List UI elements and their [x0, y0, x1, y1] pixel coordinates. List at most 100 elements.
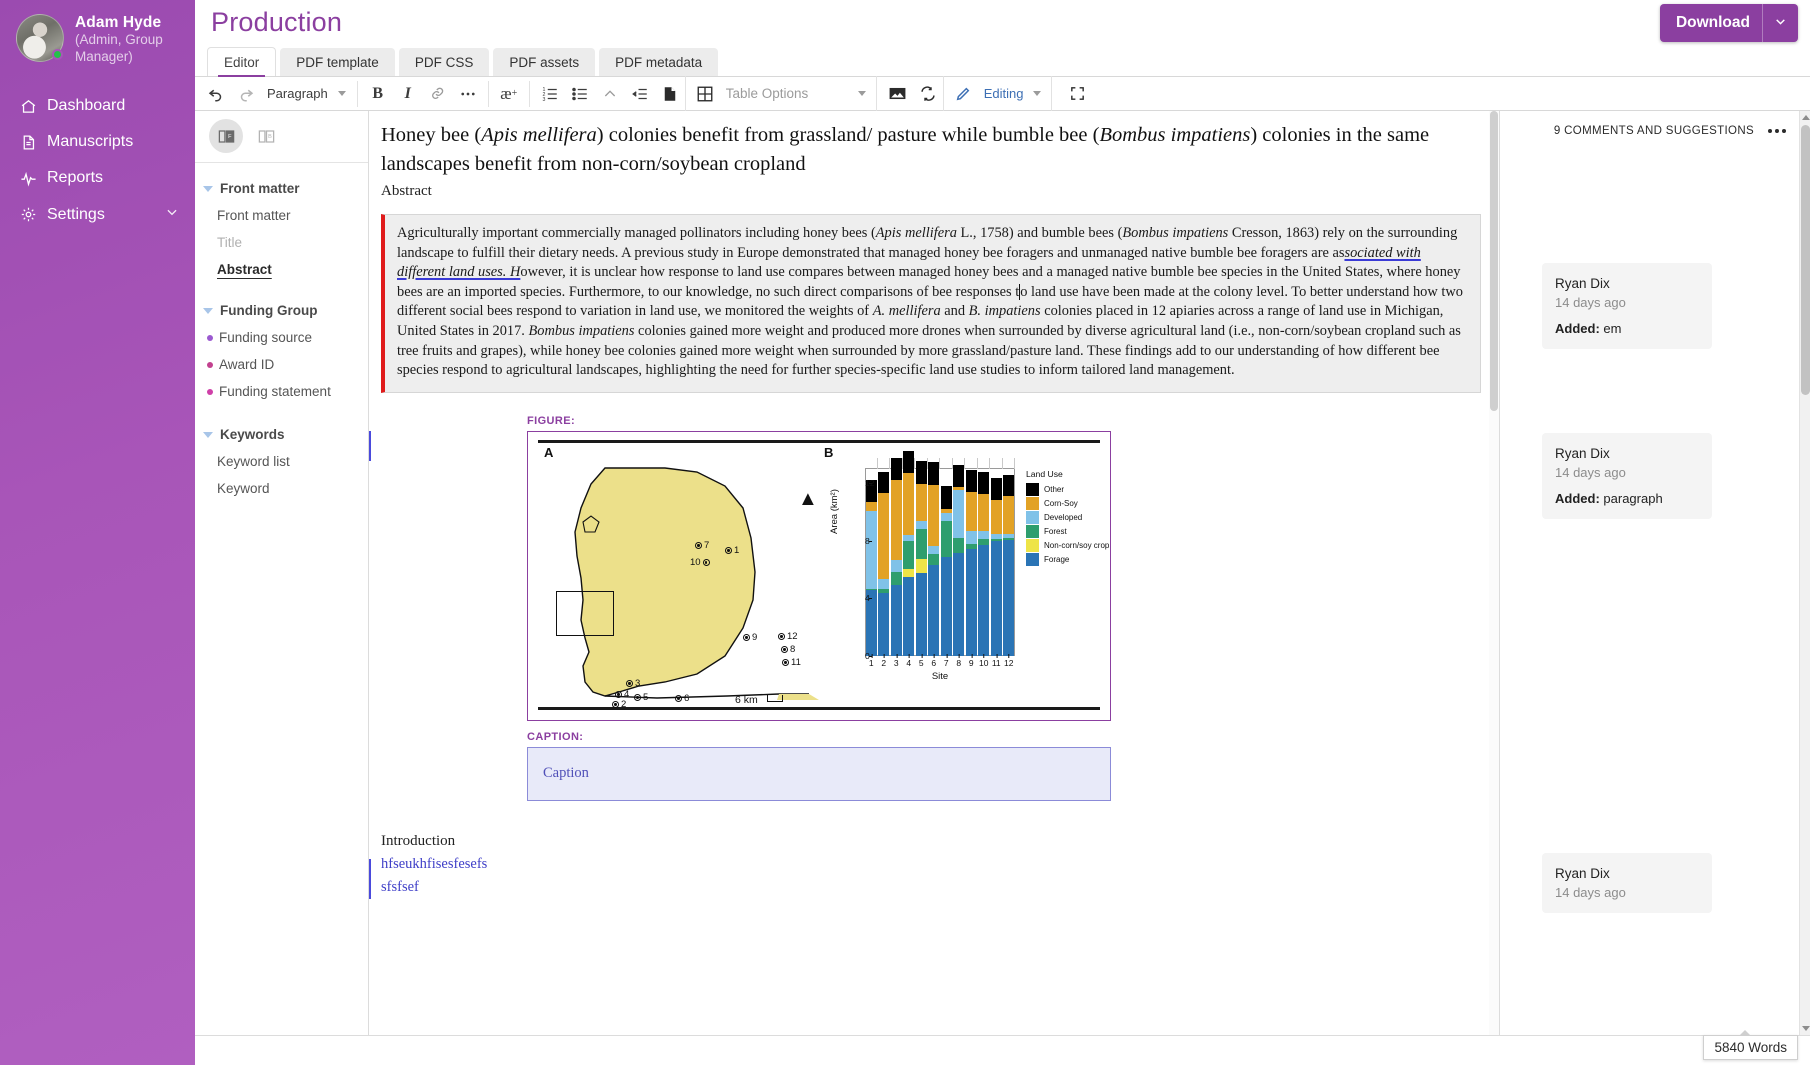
sidebar-item-label: Settings [47, 205, 105, 223]
block-style-dropdown[interactable]: Paragraph [261, 76, 352, 111]
numbered-list-icon[interactable]: 123 [535, 76, 565, 111]
scroll-up-arrow-icon[interactable] [1802, 115, 1810, 120]
pulse-icon [20, 170, 37, 187]
comment-timestamp: 14 days ago [1555, 465, 1626, 480]
download-button[interactable]: Download [1659, 4, 1798, 42]
facet-cell [878, 457, 890, 469]
scrollbar-thumb[interactable] [1801, 125, 1810, 395]
comment-card[interactable]: Ryan Dix 14 days ago Added: paragraph [1542, 433, 1712, 519]
sidebar-item-settings[interactable]: Settings [0, 196, 195, 233]
sidebar-nav: Dashboard Manuscripts Reports Settings [0, 88, 195, 233]
table-icon[interactable] [690, 76, 720, 111]
legend-swatch [1026, 510, 1039, 524]
legend-swatch [1026, 538, 1039, 552]
bar-segment [928, 485, 940, 546]
bar-segment [903, 569, 915, 578]
panel-a-label: A [544, 444, 554, 460]
legend-swatch [1026, 524, 1039, 538]
doc-item-funding-statement[interactable]: Funding statement [195, 378, 368, 405]
doc-item-title[interactable]: Title [195, 229, 368, 256]
tab-editor[interactable]: Editor [207, 47, 277, 77]
legend-item: Forage [1026, 552, 1110, 566]
doc-item-keyword[interactable]: Keyword [195, 475, 368, 502]
doc-item-funding-source[interactable]: Funding source [195, 324, 368, 351]
bar-column [928, 462, 940, 656]
doc-group-keywords[interactable]: Keywords [195, 421, 368, 448]
comment-value: paragraph [1603, 491, 1663, 506]
doc-item-front-matter[interactable]: Front matter [195, 202, 368, 229]
doc-item-award-id[interactable]: Award ID [195, 351, 368, 378]
track-changes-icon[interactable] [913, 76, 943, 111]
doc-group-funding[interactable]: Funding Group [195, 297, 368, 324]
facet-cell [940, 457, 953, 469]
bar-column [915, 460, 927, 656]
book-f-icon[interactable]: F [209, 119, 243, 153]
svg-text:F: F [228, 134, 232, 140]
table-group: Table Options [684, 76, 877, 111]
ellipsis-icon[interactable] [1768, 129, 1786, 133]
x-tick-label: 1 [868, 653, 874, 668]
doc-group-front-matter[interactable]: Front matter [195, 175, 368, 202]
chevron-down-icon [203, 307, 213, 314]
redo-icon[interactable] [231, 76, 261, 111]
facet-cell [865, 457, 878, 469]
special-character-icon[interactable]: æ + [494, 76, 524, 111]
site-label: 3 [635, 677, 641, 689]
doc-item-abstract[interactable]: Abstract [195, 256, 368, 283]
y-tick-label: 8 [865, 535, 872, 546]
michigan-map: ▲ 7 1 10 9 12 8 11 3 5 6 4 2 6 km [547, 460, 840, 710]
book-b-icon[interactable]: B [249, 119, 283, 153]
undo-icon[interactable] [201, 76, 231, 111]
user-profile[interactable]: Adam Hyde (Admin, Group Manager) [0, 0, 195, 65]
change-marker [369, 859, 371, 899]
suggestion-text[interactable]: sociated with different land uses. H [397, 245, 1421, 281]
site-label: 7 [704, 539, 710, 551]
sidebar-item-manuscripts[interactable]: Manuscripts [0, 124, 195, 160]
comment-card[interactable]: Ryan Dix 14 days ago Added: em [1542, 263, 1712, 349]
editing-mode-dropdown[interactable]: Editing [978, 76, 1048, 111]
italic-button[interactable]: I [393, 76, 423, 111]
chevron-up-icon[interactable] [595, 76, 625, 111]
abstract-block[interactable]: Agriculturally important commercially ma… [381, 214, 1481, 393]
tab-pdf-css[interactable]: PDF CSS [398, 48, 490, 76]
document-structure-panel: F B Front matter Front matter Title Abst… [195, 111, 369, 1035]
site-label: 12 [787, 630, 798, 642]
bar-segment [1003, 539, 1015, 656]
scrollbar-thumb[interactable] [1490, 111, 1498, 411]
sidebar-item-dashboard[interactable]: Dashboard [0, 88, 195, 124]
chevron-down-icon[interactable] [1763, 15, 1798, 31]
fullscreen-icon[interactable] [1062, 76, 1092, 111]
map-inset-rectangle [556, 590, 614, 636]
manuscript-title[interactable]: Honey bee (Apis mellifera) colonies bene… [375, 121, 1481, 179]
tab-pdf-metadata[interactable]: PDF metadata [599, 48, 719, 76]
figure-block[interactable]: A B ▲ 7 1 10 9 12 8 11 3 5 6 4 2 6 km Ar… [527, 430, 1111, 721]
pencil-icon[interactable] [948, 76, 978, 111]
introduction-line[interactable]: sfsfsef [381, 879, 1481, 896]
comment-author: Ryan Dix [1555, 276, 1610, 291]
introduction-line[interactable]: hfseukhfisesfesefs [381, 856, 1481, 873]
bar-segment [953, 537, 965, 553]
image-icon[interactable] [883, 76, 913, 111]
manuscript-scrollbar[interactable] [1489, 111, 1499, 1035]
tab-pdf-template[interactable]: PDF template [280, 48, 395, 76]
bullet-list-icon[interactable] [565, 76, 595, 111]
bar-segment [878, 578, 890, 589]
sidebar-item-label: Dashboard [47, 97, 126, 114]
doc-item-keyword-list[interactable]: Keyword list [195, 448, 368, 475]
comment-card[interactable]: Ryan Dix 14 days ago [1542, 853, 1712, 913]
bold-button[interactable]: B [363, 76, 393, 111]
caption-input[interactable]: Caption [527, 746, 1111, 801]
manuscript-canvas[interactable]: Honey bee (Apis mellifera) colonies bene… [369, 111, 1500, 1035]
indent-icon[interactable] [625, 76, 655, 111]
comments-scrollbar[interactable] [1799, 111, 1810, 1035]
ellipsis-icon[interactable] [453, 76, 483, 111]
comments-count: 9 COMMENTS AND SUGGESTIONS [1553, 125, 1754, 137]
tab-pdf-assets[interactable]: PDF assets [493, 48, 596, 76]
bar-segment [865, 511, 877, 589]
table-options-dropdown[interactable]: Table Options [720, 76, 872, 111]
scroll-down-arrow-icon[interactable] [1802, 1026, 1810, 1031]
user-name: Adam Hyde [75, 14, 162, 31]
sidebar-item-reports[interactable]: Reports [0, 160, 195, 196]
link-icon[interactable] [423, 76, 453, 111]
page-break-icon[interactable] [655, 76, 685, 111]
